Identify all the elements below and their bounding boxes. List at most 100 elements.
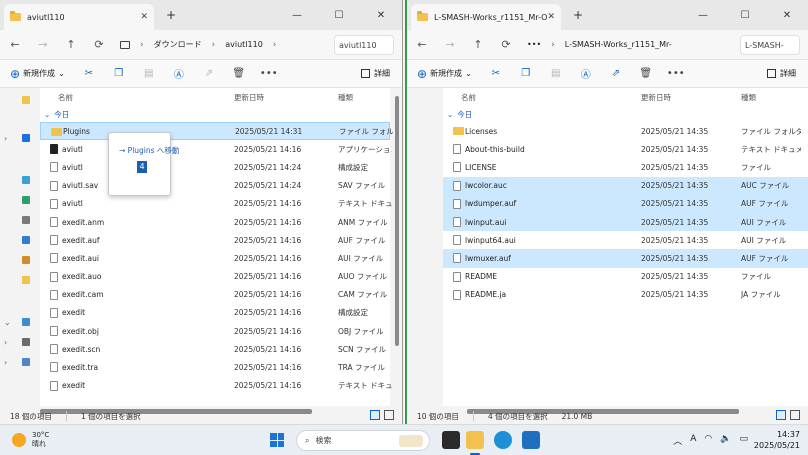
wifi-icon[interactable]: ◠	[704, 434, 712, 447]
column-date[interactable]: 更新日時	[641, 92, 671, 103]
forward-icon[interactable]: →	[443, 38, 457, 51]
rename-icon[interactable]: Ⓐ	[580, 68, 592, 81]
task-view-icon[interactable]	[442, 431, 460, 449]
file-row[interactable]: exedit.anm 2025/05/21 14:16 ANM ファイル	[40, 213, 390, 231]
column-name[interactable]: 名前	[58, 92, 73, 103]
file-row[interactable]: Licenses 2025/05/21 14:35 ファイル フォルダー	[443, 122, 808, 140]
column-type[interactable]: 種類	[741, 92, 756, 103]
edge-icon[interactable]	[494, 431, 512, 449]
breadcrumb-lsmash[interactable]: L-SMASH-Works_r1151_Mr-	[565, 40, 672, 49]
file-row[interactable]: exedit.obj 2025/05/21 14:16 OBJ ファイル	[40, 322, 390, 340]
column-name[interactable]: 名前	[461, 92, 476, 103]
back-icon[interactable]: ←	[8, 38, 22, 51]
file-row[interactable]: exedit 2025/05/21 14:16 構成設定	[40, 304, 390, 322]
details-button[interactable]: 詳細	[767, 68, 796, 79]
file-row[interactable]: About-this-build 2025/05/21 14:35 テキスト ドキュ…	[443, 140, 808, 158]
desktop-icon[interactable]	[22, 176, 30, 184]
maximize-icon[interactable]: ☐	[724, 0, 766, 30]
column-date[interactable]: 更新日時	[234, 92, 264, 103]
group-header[interactable]: ⌄ 今日	[443, 106, 808, 122]
tab-lsmash[interactable]: L-SMASH-Works_r1151_Mr-Ojii ✕	[411, 4, 561, 30]
file-row[interactable]: aviutl 2025/05/21 14:24 構成設定	[40, 158, 390, 176]
minimize-icon[interactable]: —	[276, 0, 318, 30]
more-icon[interactable]: •••	[260, 68, 278, 80]
search-input[interactable]: L-SMASH-	[740, 34, 800, 55]
share-icon[interactable]: ⇗	[203, 68, 215, 80]
file-row[interactable]: lwinput64.aui 2025/05/21 14:35 AUI ファイル	[443, 231, 808, 249]
file-row[interactable]: exedit.scn 2025/05/21 14:16 SCN ファイル	[40, 340, 390, 358]
taskbar-search[interactable]: ⌕ 検索	[296, 430, 430, 451]
rename-icon[interactable]: Ⓐ	[173, 68, 185, 81]
file-row[interactable]: LICENSE 2025/05/21 14:35 ファイル	[443, 158, 808, 176]
font-icon[interactable]: A	[690, 434, 696, 447]
network-icon[interactable]	[22, 358, 30, 366]
chevron-right-icon[interactable]	[4, 98, 18, 106]
new-button[interactable]: ⊕ 新規作成 ⌄	[10, 67, 65, 81]
forward-icon[interactable]: →	[36, 38, 50, 51]
breadcrumb[interactable]: ••• › L-SMASH-Works_r1151_Mr-	[527, 40, 726, 50]
details-view-icon[interactable]	[776, 410, 786, 420]
file-row[interactable]: README 2025/05/21 14:35 ファイル	[443, 268, 808, 286]
copy-icon[interactable]: ❐	[113, 68, 125, 80]
delete-icon[interactable]: 🗑	[639, 68, 652, 80]
tab-aviutl110[interactable]: aviutl110 ✕	[4, 4, 154, 30]
cut-icon[interactable]: ✂	[490, 68, 502, 80]
chevron-right-icon[interactable]: ›	[4, 134, 18, 143]
new-button[interactable]: ⊕ 新規作成 ⌄	[417, 67, 472, 81]
file-row[interactable]: aviutl 2025/05/21 14:16 アプリケーション	[40, 140, 392, 158]
start-icon[interactable]	[270, 433, 284, 447]
close-icon[interactable]: ✕	[360, 0, 402, 30]
up-icon[interactable]: ↑	[471, 38, 485, 51]
volume-icon[interactable]: 🔈	[720, 434, 731, 447]
store-icon[interactable]	[522, 431, 540, 449]
pictures-icon[interactable]	[22, 236, 30, 244]
clock[interactable]: 14:37 2025/05/21	[754, 429, 800, 451]
maximize-icon[interactable]: ☐	[318, 0, 360, 30]
file-row[interactable]: exedit 2025/05/21 14:16 テキスト ドキュメント	[40, 377, 392, 395]
add-tab-icon[interactable]: +	[573, 8, 583, 22]
vertical-scrollbar[interactable]	[394, 96, 400, 406]
more-icon[interactable]: •••	[667, 68, 685, 80]
file-row[interactable]: exedit.auf 2025/05/21 14:16 AUF ファイル	[40, 231, 390, 249]
breadcrumb-downloads[interactable]: ダウンロード	[154, 39, 202, 50]
refresh-icon[interactable]: ⟳	[92, 38, 106, 51]
share-icon[interactable]: ⇗	[610, 68, 622, 80]
column-type[interactable]: 種類	[338, 92, 353, 103]
more-crumbs-icon[interactable]: •••	[527, 40, 541, 49]
minimize-icon[interactable]: —	[682, 0, 724, 30]
file-row[interactable]: exedit.aui 2025/05/21 14:16 AUI ファイル	[40, 249, 390, 267]
chevron-right-icon[interactable]: ›	[4, 338, 18, 347]
paste-icon[interactable]: ▤	[143, 68, 155, 80]
home-icon[interactable]	[22, 96, 30, 104]
drive-icon[interactable]	[22, 338, 30, 346]
this-pc-icon[interactable]	[22, 318, 30, 326]
file-row[interactable]: lwinput.aui 2025/05/21 14:35 AUI ファイル	[443, 212, 808, 232]
paste-icon[interactable]: ▤	[550, 68, 562, 80]
chevron-down-icon[interactable]: ⌄	[4, 318, 18, 327]
group-header[interactable]: ⌄ 今日	[40, 106, 390, 122]
file-explorer-icon[interactable]	[466, 431, 484, 449]
weather-widget[interactable]: 30°C 晴れ	[12, 431, 49, 449]
file-row[interactable]: README.ja 2025/05/21 14:35 JA ファイル	[443, 286, 808, 304]
onedrive-icon[interactable]	[22, 134, 30, 142]
file-row[interactable]: exedit.tra 2025/05/21 14:16 TRA ファイル	[40, 358, 390, 376]
delete-icon[interactable]: 🗑	[232, 68, 245, 80]
file-row[interactable]: aviutl 2025/05/21 14:16 テキスト ドキュメント	[40, 195, 392, 213]
navigation-pane[interactable]: › ⌄ › ›	[0, 88, 38, 406]
add-tab-icon[interactable]: +	[166, 8, 176, 22]
copy-icon[interactable]: ❐	[520, 68, 532, 80]
folder-icon[interactable]	[22, 276, 30, 284]
up-icon[interactable]: ↑	[64, 38, 78, 51]
documents-icon[interactable]	[22, 216, 30, 224]
close-icon[interactable]: ✕	[766, 0, 808, 30]
file-row[interactable]: lwmuxer.auf 2025/05/21 14:35 AUF ファイル	[443, 249, 808, 268]
file-row[interactable]: lwdumper.auf 2025/05/21 14:35 AUF ファイル	[443, 194, 808, 213]
file-row[interactable]: Plugins 2025/05/21 14:31 ファイル フォルダー	[40, 122, 393, 141]
details-button[interactable]: 詳細	[361, 68, 390, 79]
battery-icon[interactable]: ▭	[739, 434, 748, 447]
breadcrumb[interactable]: › ダウンロード › aviutl110 ›	[120, 39, 320, 50]
close-tab-icon[interactable]: ✕	[140, 12, 148, 22]
tiles-view-icon[interactable]	[790, 410, 800, 420]
back-icon[interactable]: ←	[415, 38, 429, 51]
chevron-right-icon[interactable]: ›	[4, 358, 18, 367]
